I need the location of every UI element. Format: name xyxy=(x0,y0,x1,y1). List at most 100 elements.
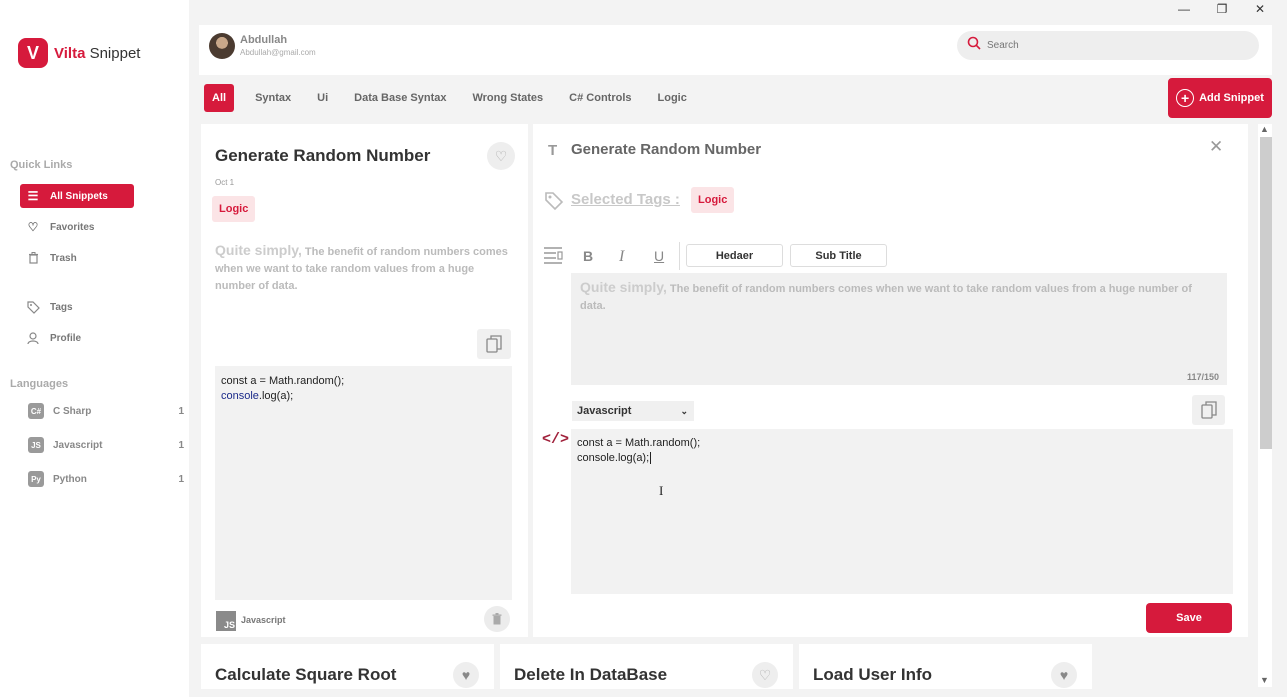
snippet-card[interactable]: Generate Random Number ♡ Oct 1 Logic Qui… xyxy=(201,124,528,637)
quick-links-heading: Quick Links xyxy=(10,159,73,171)
language-count: 1 xyxy=(178,439,184,451)
snippet-title: Calculate Square Root xyxy=(215,665,397,684)
text-cursor-icon: I xyxy=(659,483,664,498)
languages-heading: Languages xyxy=(10,378,69,390)
avatar[interactable] xyxy=(209,33,235,59)
selected-tag[interactable]: Logic xyxy=(691,187,735,213)
sidebar-item-all-snippets[interactable]: ☰ All Snippets xyxy=(20,184,134,208)
search-icon xyxy=(967,36,981,55)
python-icon: Py xyxy=(28,471,44,487)
close-icon[interactable]: ✕ xyxy=(1209,137,1223,157)
snippet-card[interactable]: Calculate Square Root ♥ xyxy=(201,644,494,689)
italic-button[interactable]: I xyxy=(619,248,624,266)
app-logo: V Vilta Snippet xyxy=(18,38,140,68)
tab-ui[interactable]: Ui xyxy=(304,84,341,112)
trash-icon xyxy=(26,251,40,265)
title-text-icon: T xyxy=(548,142,558,159)
chevron-down-icon: ⌄ xyxy=(680,405,688,416)
language-item-python[interactable]: Py Python 1 xyxy=(28,469,184,489)
language-select-value: Javascript xyxy=(577,405,632,417)
tab-logic[interactable]: Logic xyxy=(645,84,700,112)
search-bar[interactable] xyxy=(957,31,1259,60)
plus-icon: + xyxy=(1176,89,1195,107)
code-line: console.log(a); xyxy=(577,452,652,464)
sidebar: V Vilta Snippet Quick Links ☰ All Snippe… xyxy=(0,0,189,697)
language-select[interactable]: Javascript ⌄ xyxy=(572,401,694,421)
snippet-tag: Logic xyxy=(212,196,256,222)
user-name: Abdullah xyxy=(240,34,288,46)
snippet-card[interactable]: Delete In DataBase ♡ xyxy=(500,644,793,689)
tab-syntax[interactable]: Syntax xyxy=(242,84,304,112)
bold-button[interactable]: B xyxy=(583,248,593,264)
favorite-heart-icon[interactable]: ♥ xyxy=(453,662,479,688)
close-window-button[interactable]: ✕ xyxy=(1250,2,1270,16)
code-preview: const a = Math.random(); console.log(a); xyxy=(215,366,512,600)
delete-trash-icon[interactable] xyxy=(484,606,510,632)
search-input[interactable] xyxy=(987,40,1237,51)
favorite-heart-icon[interactable]: ♡ xyxy=(752,662,778,688)
tab-database-syntax[interactable]: Data Base Syntax xyxy=(341,84,459,112)
heart-icon: ♡ xyxy=(27,220,39,234)
maximize-button[interactable]: ❐ xyxy=(1212,2,1232,16)
snippet-card[interactable]: Load User Info ♥ xyxy=(799,644,1092,689)
sidebar-item-label: All Snippets xyxy=(50,190,108,202)
subtitle-style-button[interactable]: Sub Title xyxy=(790,244,887,267)
snippet-title: Delete In DataBase xyxy=(514,665,668,684)
code-line: console.log(a); xyxy=(221,390,294,402)
category-tabs: All Syntax Ui Data Base Syntax Wrong Sta… xyxy=(199,78,1159,118)
tab-csharp-controls[interactable]: C# Controls xyxy=(556,84,644,112)
logo-mark: V xyxy=(18,38,48,68)
underline-button[interactable]: U xyxy=(654,248,664,264)
tab-wrong-states[interactable]: Wrong States xyxy=(459,84,556,112)
sidebar-item-favorites[interactable]: ♡ Favorites xyxy=(20,215,134,239)
tab-all[interactable]: All xyxy=(204,84,235,112)
code-line: const a = Math.random(); xyxy=(577,437,701,449)
snippet-language: Javascript xyxy=(241,615,286,625)
copy-icon[interactable] xyxy=(477,329,511,359)
sidebar-item-trash[interactable]: Trash xyxy=(20,246,134,270)
app-name: Vilta Snippet xyxy=(54,44,141,62)
tag-icon xyxy=(26,300,40,314)
paragraph-format-icon[interactable] xyxy=(543,246,563,269)
favorite-heart-icon[interactable]: ♡ xyxy=(487,142,515,170)
language-label: Javascript xyxy=(53,439,103,451)
language-item-csharp[interactable]: C# C Sharp 1 xyxy=(28,401,184,421)
snippet-title: Load User Info xyxy=(813,665,933,684)
toolbar-divider xyxy=(679,242,680,270)
snippet-description: Quite simply, The benefit of random numb… xyxy=(215,242,508,292)
header-style-button[interactable]: Hedaer xyxy=(686,244,783,267)
add-snippet-label: Add Snippet xyxy=(1199,92,1264,104)
csharp-icon: C# xyxy=(28,403,44,419)
scroll-up-icon[interactable]: ▲ xyxy=(1260,124,1269,134)
favorite-heart-icon[interactable]: ♥ xyxy=(1051,662,1077,688)
user-email: Abdullah@gmail.com xyxy=(240,48,316,57)
sidebar-item-label: Favorites xyxy=(50,221,95,233)
language-label: Python xyxy=(53,473,87,485)
sidebar-item-tags[interactable]: Tags xyxy=(20,295,134,319)
javascript-icon: JS xyxy=(28,437,44,453)
code-line: const a = Math.random(); xyxy=(221,375,345,387)
sidebar-item-profile[interactable]: Profile xyxy=(20,326,134,350)
copy-icon[interactable] xyxy=(1192,395,1225,425)
scroll-thumb[interactable] xyxy=(1260,137,1272,449)
minimize-button[interactable]: — xyxy=(1174,2,1194,16)
scroll-down-icon[interactable]: ▼ xyxy=(1260,675,1269,685)
code-editor[interactable]: const a = Math.random(); console.log(a); xyxy=(571,429,1233,594)
snippet-title: Generate Random Number xyxy=(215,146,431,165)
save-button[interactable]: Save xyxy=(1146,603,1232,633)
char-count: 117/150 xyxy=(1186,372,1219,382)
description-textarea[interactable]: Quite simply, The benefit of random numb… xyxy=(571,273,1227,385)
tag-icon xyxy=(544,191,564,216)
language-label: C Sharp xyxy=(53,405,92,417)
snippet-editor: T Generate Random Number ✕ Selected Tags… xyxy=(533,124,1248,637)
language-item-javascript[interactable]: JS Javascript 1 xyxy=(28,435,184,455)
add-snippet-button[interactable]: + Add Snippet xyxy=(1168,78,1272,118)
javascript-icon: JS xyxy=(216,611,236,631)
language-count: 1 xyxy=(178,473,184,485)
description-text: Quite simply, The benefit of random numb… xyxy=(580,279,1192,312)
sidebar-item-label: Profile xyxy=(50,332,82,344)
code-icon: </> xyxy=(542,431,570,448)
sidebar-item-label: Tags xyxy=(50,301,73,313)
list-icon: ☰ xyxy=(27,189,39,203)
editor-title[interactable]: Generate Random Number xyxy=(571,141,761,158)
